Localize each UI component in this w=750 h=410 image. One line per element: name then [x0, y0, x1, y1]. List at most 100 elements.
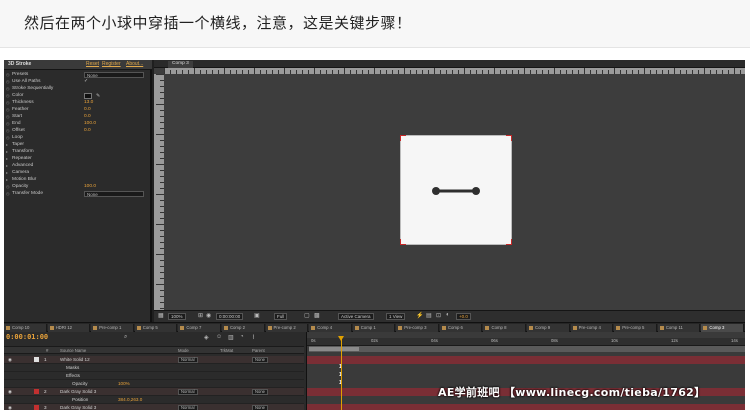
- eyedropper-icon[interactable]: ✎: [96, 93, 100, 99]
- parent-select[interactable]: None: [252, 357, 269, 363]
- effect-row-value[interactable]: 0.0: [84, 107, 91, 112]
- timeline-tab[interactable]: Comp 9: [527, 324, 570, 332]
- stopwatch-icon[interactable]: ◷: [6, 100, 10, 105]
- current-time[interactable]: 0:00:01:00: [6, 333, 48, 341]
- about-link[interactable]: About...: [126, 61, 143, 67]
- expand-triangle-icon[interactable]: ▸: [6, 142, 8, 147]
- layer-track[interactable]: [307, 364, 745, 372]
- parent-select[interactable]: None: [252, 405, 269, 410]
- exposure-icon[interactable]: ◐: [446, 312, 450, 318]
- effect-row-checkbox[interactable]: ✓: [84, 79, 88, 84]
- expand-triangle-icon[interactable]: ▸: [6, 156, 8, 161]
- layer-row[interactable]: Masks: [4, 364, 304, 372]
- layer-track[interactable]: [307, 356, 745, 364]
- title-safe-icon[interactable]: ⊞: [198, 312, 203, 319]
- blend-mode-select[interactable]: Normal: [178, 357, 198, 363]
- expand-triangle-icon[interactable]: ▸: [6, 177, 8, 182]
- timeline-tab[interactable]: HDRI 12: [47, 324, 91, 332]
- exposure-field[interactable]: +0.0: [456, 313, 471, 320]
- effect-row-value[interactable]: 0.0: [84, 114, 91, 119]
- property-value[interactable]: 100%: [118, 381, 130, 386]
- stopwatch-icon[interactable]: ◷: [6, 191, 10, 196]
- color-swatch[interactable]: [84, 93, 92, 99]
- stopwatch-icon[interactable]: ◷: [6, 72, 10, 77]
- time-ruler[interactable]: 0s 02s 04s 06s 08s 10s 12s 14s: [307, 338, 745, 346]
- register-link[interactable]: Register: [102, 61, 121, 67]
- layer-name[interactable]: Position: [72, 397, 88, 402]
- property-value[interactable]: 384.0,263.0: [118, 397, 142, 402]
- blend-mode-select[interactable]: Normal: [178, 405, 198, 410]
- stopwatch-icon[interactable]: ◷: [6, 114, 10, 119]
- layer-track[interactable]: [307, 404, 745, 410]
- layer-row[interactable]: Position 384.0,263.0: [4, 396, 304, 404]
- comp-tab[interactable]: Comp 3: [168, 61, 193, 68]
- grid-icon[interactable]: ▦: [158, 312, 164, 319]
- transparency-icon[interactable]: ▩: [314, 312, 320, 319]
- timeline-tab[interactable]: Comp 1: [352, 324, 396, 332]
- label-color[interactable]: [34, 405, 39, 410]
- fast-preview-icon[interactable]: ⚡: [416, 312, 423, 319]
- search-icon[interactable]: ⌕: [124, 334, 127, 341]
- layer-row[interactable]: ◉ 3 Dark Gray Solid 3 Normal None: [4, 404, 304, 410]
- timeline-tab[interactable]: Comp 8: [483, 324, 527, 332]
- timeline-tab[interactable]: Pre-comp 1: [91, 324, 134, 332]
- layer-row[interactable]: Effects: [4, 372, 304, 380]
- work-area-bar[interactable]: [309, 346, 745, 352]
- expand-triangle-icon[interactable]: ▸: [6, 163, 8, 168]
- eye-icon[interactable]: ◉: [8, 405, 12, 410]
- timeline-tab[interactable]: Pre-comp 5: [614, 324, 657, 332]
- parent-select[interactable]: None: [252, 389, 269, 395]
- stopwatch-icon[interactable]: ◷: [6, 86, 10, 91]
- layer-name[interactable]: Opacity: [72, 381, 88, 386]
- layer-track[interactable]: [307, 372, 745, 380]
- effect-row-value[interactable]: 100.0: [84, 184, 96, 189]
- playhead[interactable]: [338, 336, 344, 410]
- snapshot-icon[interactable]: ◉: [206, 312, 211, 319]
- stopwatch-icon[interactable]: ◷: [6, 79, 10, 84]
- camera-select[interactable]: Active Camera: [338, 313, 374, 320]
- layer-name[interactable]: Effects: [66, 373, 80, 378]
- resolution-select[interactable]: Full: [274, 313, 288, 320]
- layer-row[interactable]: ◉ 1 White Solid 12 Normal None: [4, 356, 304, 364]
- stopwatch-icon[interactable]: ◷: [6, 107, 10, 112]
- expand-triangle-icon[interactable]: ▸: [6, 170, 8, 175]
- col-source-name[interactable]: Source Name: [60, 348, 86, 353]
- effect-row-value[interactable]: 13.0: [84, 100, 93, 105]
- layer-row[interactable]: Opacity 100%: [4, 380, 304, 388]
- timeline-icon[interactable]: ▤: [426, 312, 432, 319]
- timeline-tab[interactable]: Comp 2: [221, 324, 265, 332]
- col-parent[interactable]: Parent: [252, 348, 265, 353]
- timeline-tab[interactable]: Pre-comp 4: [570, 324, 614, 332]
- motion-blur-icon[interactable]: ◔: [240, 334, 244, 340]
- effect-row-select[interactable]: None: [84, 72, 144, 78]
- stopwatch-icon[interactable]: ◷: [6, 93, 10, 98]
- roi-icon[interactable]: ▢: [304, 312, 310, 319]
- zoom-select[interactable]: 100%: [168, 313, 186, 320]
- draft-3d-icon[interactable]: ◈: [204, 334, 209, 341]
- timeline-tab[interactable]: Comp 3: [701, 324, 744, 332]
- eye-icon[interactable]: ◉: [8, 357, 12, 363]
- blend-mode-select[interactable]: Normal: [178, 389, 198, 395]
- timeline-tab[interactable]: Comp 6: [439, 324, 483, 332]
- effect-row-value[interactable]: 0.0: [84, 128, 91, 133]
- layer-name[interactable]: Dark Gray Solid 3: [60, 389, 96, 394]
- stopwatch-icon[interactable]: ◷: [6, 184, 10, 189]
- timeline-tab[interactable]: Comp 4: [309, 324, 352, 332]
- timeline-tab[interactable]: Comp 10: [4, 324, 47, 332]
- reset-link[interactable]: Reset: [86, 61, 99, 67]
- timeline-tab[interactable]: Comp 11: [657, 324, 701, 332]
- eye-icon[interactable]: ◉: [8, 389, 12, 395]
- camera-icon[interactable]: ▣: [254, 312, 260, 319]
- effect-row-select[interactable]: None: [84, 191, 144, 197]
- stopwatch-icon[interactable]: ◷: [6, 135, 10, 140]
- col-mode[interactable]: Mode: [178, 348, 189, 353]
- expand-triangle-icon[interactable]: ▸: [6, 149, 8, 154]
- timeline-tab[interactable]: Pre-comp 2: [265, 324, 309, 332]
- timeline-tab[interactable]: Comp 5: [134, 324, 178, 332]
- layer-name[interactable]: White Solid 12: [60, 357, 90, 362]
- layer-name[interactable]: Masks: [66, 365, 79, 370]
- comp-canvas[interactable]: [400, 135, 512, 245]
- views-select[interactable]: 1 View: [386, 313, 406, 320]
- layer-name[interactable]: Dark Gray Solid 3: [60, 405, 96, 410]
- stopwatch-icon[interactable]: ◷: [6, 128, 10, 133]
